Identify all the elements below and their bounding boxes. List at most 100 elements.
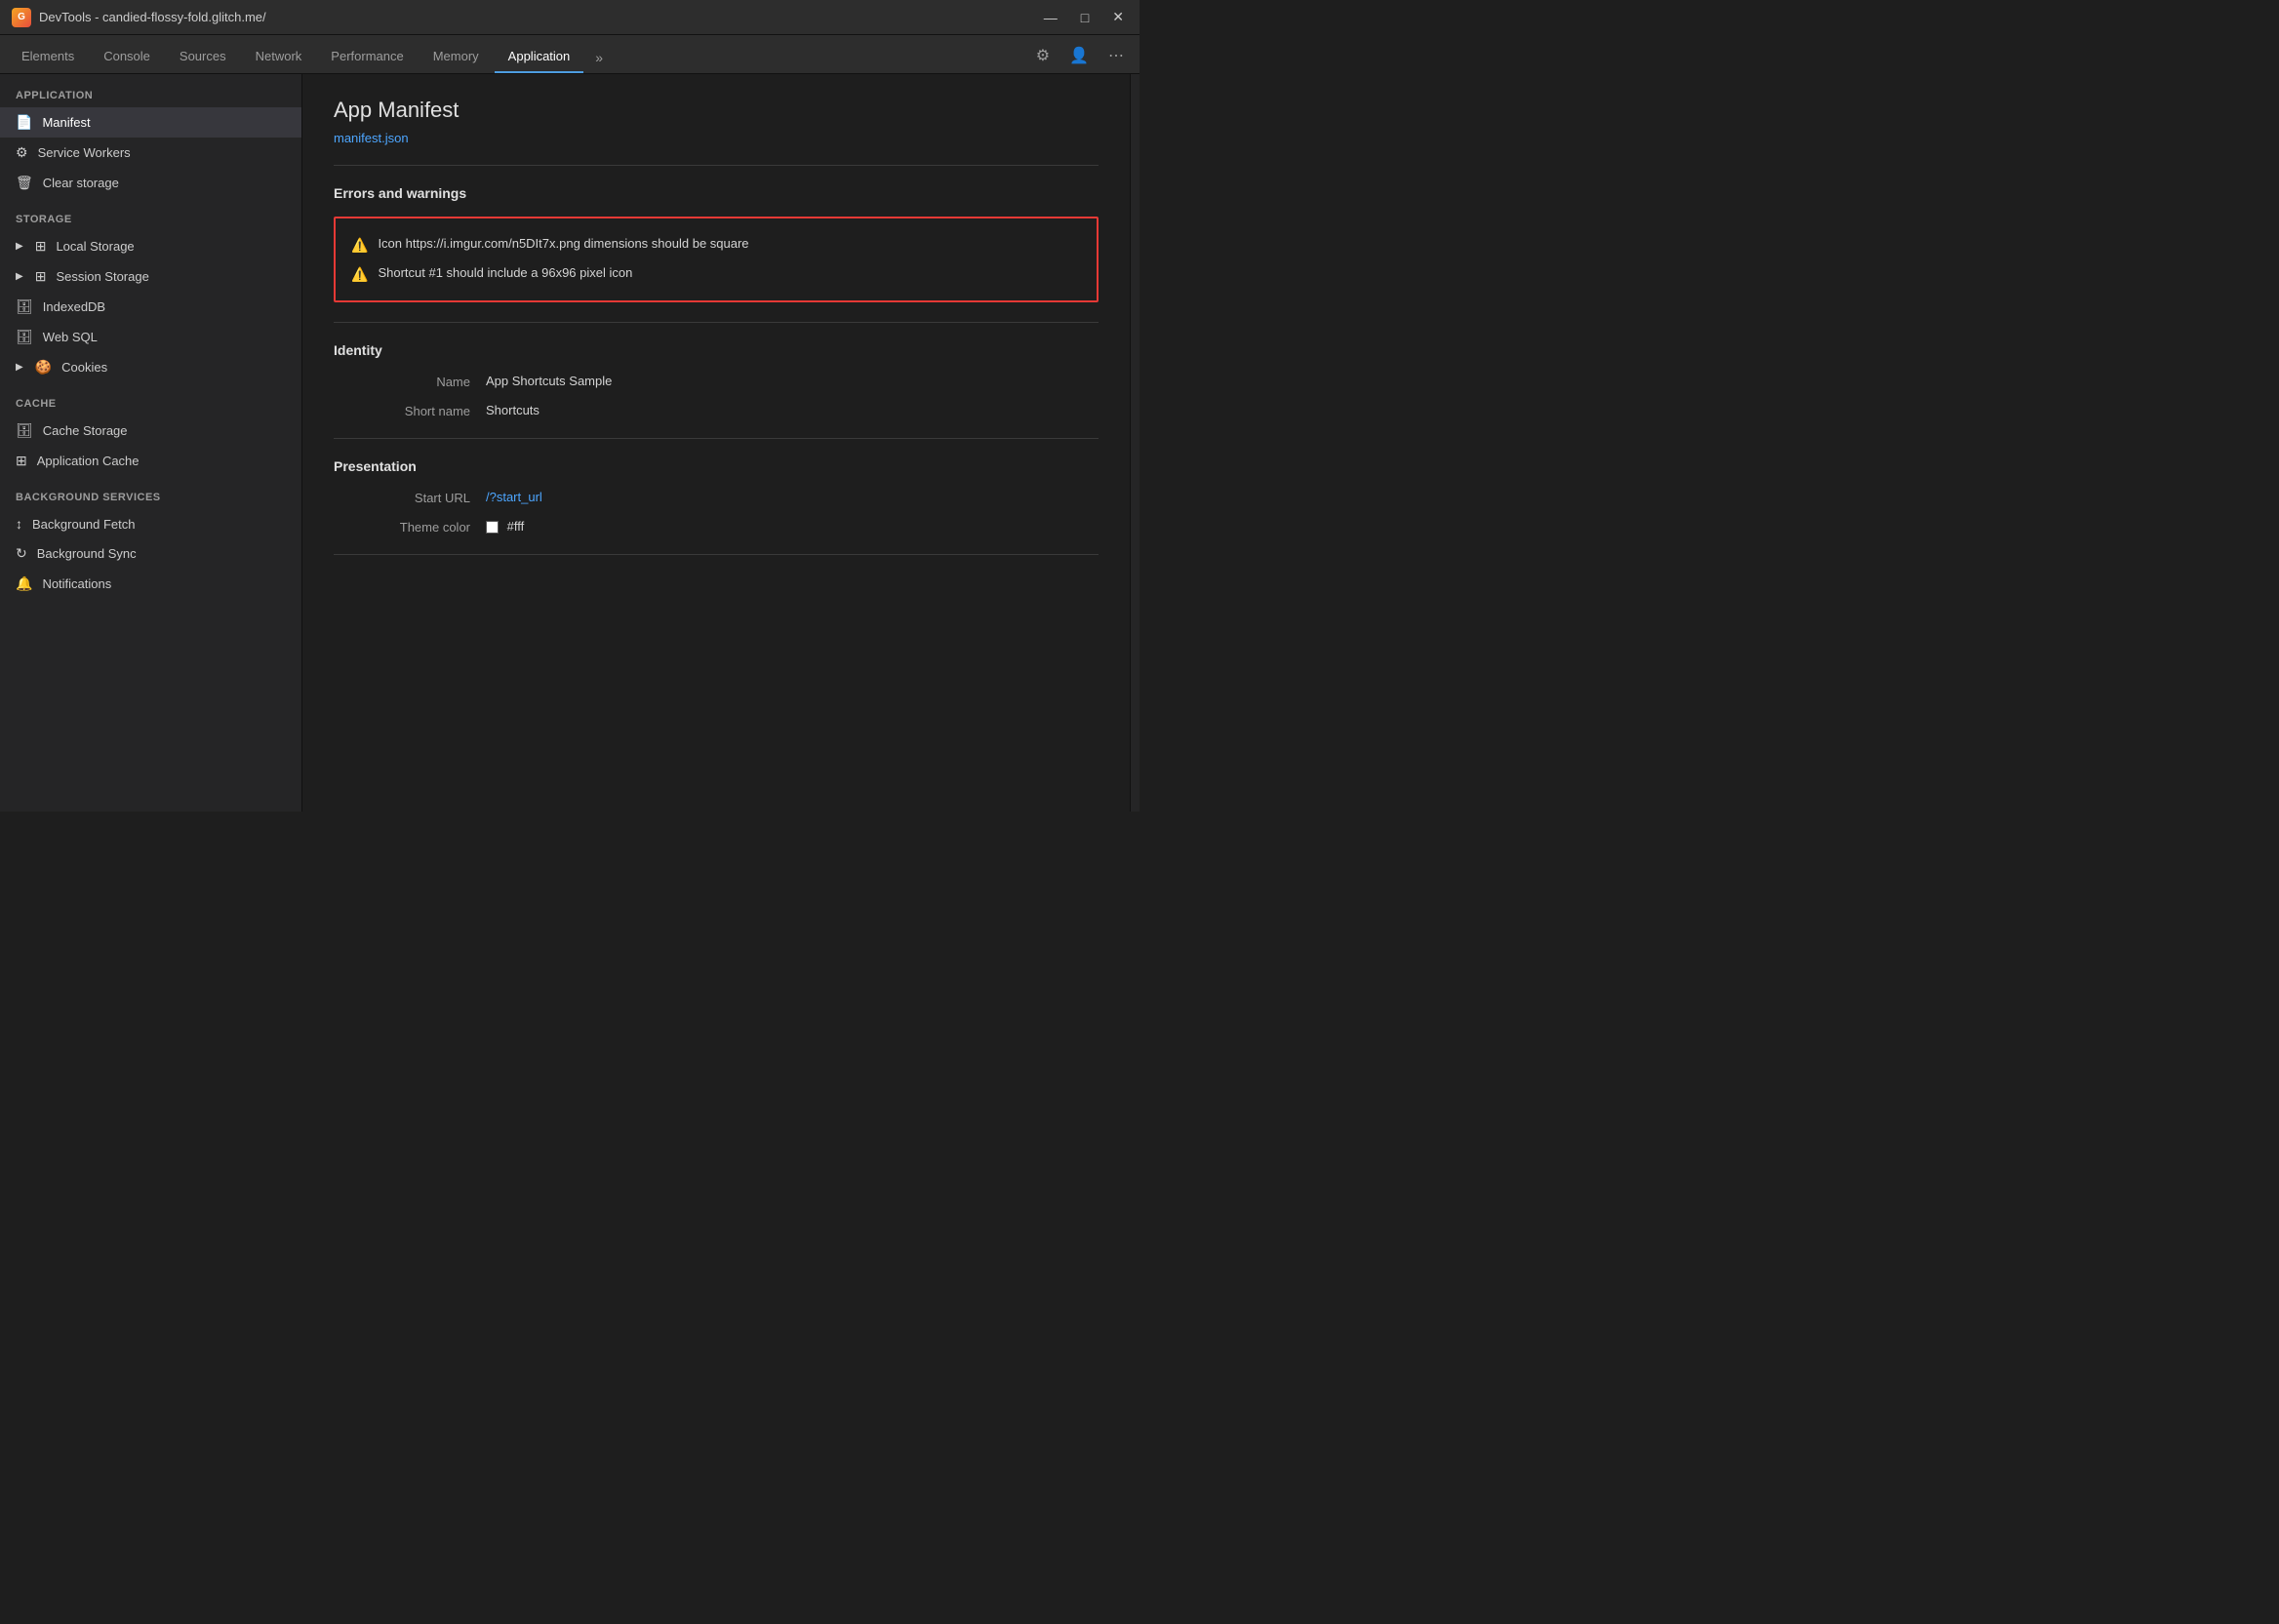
more-options-icon[interactable]: ⋯ — [1100, 42, 1132, 69]
identity-section: Identity Name App Shortcuts Sample Short… — [334, 342, 1099, 418]
divider-4 — [334, 554, 1099, 555]
page-title: App Manifest — [334, 98, 1099, 123]
manifest-icon: 📄 — [16, 114, 32, 131]
tab-performance[interactable]: Performance — [317, 41, 417, 73]
service-workers-icon: ⚙ — [16, 144, 28, 161]
tab-application-label: Application — [508, 49, 571, 63]
sidebar-item-application-cache[interactable]: ⊞ Application Cache — [0, 446, 301, 476]
sidebar-item-background-sync[interactable]: ↻ Background Sync — [0, 538, 301, 569]
tab-memory-label: Memory — [433, 49, 479, 63]
tab-network-label: Network — [256, 49, 302, 63]
local-storage-expand-icon: ▶ — [16, 241, 23, 252]
sidebar-item-clear-storage[interactable]: 🗑 Clear storage — [0, 168, 301, 198]
sidebar-item-background-fetch[interactable]: ↕ Background Fetch — [0, 509, 301, 538]
tab-performance-label: Performance — [331, 49, 403, 63]
sidebar-item-web-sql[interactable]: 🗄 Web SQL — [0, 322, 301, 352]
tab-elements-label: Elements — [21, 49, 74, 63]
more-tabs-button[interactable]: » — [585, 42, 613, 73]
start-url-link[interactable]: /?start_url — [486, 490, 542, 504]
divider-2 — [334, 322, 1099, 323]
errors-box: ⚠️ Icon https://i.imgur.com/n5DIt7x.png … — [334, 217, 1099, 302]
cookies-icon: 🍪 — [35, 359, 52, 376]
errors-section-title: Errors and warnings — [334, 185, 1099, 201]
sidebar-manifest-label: Manifest — [42, 115, 90, 130]
identity-grid: Name App Shortcuts Sample Short name Sho… — [334, 374, 1099, 418]
application-cache-icon: ⊞ — [16, 453, 27, 469]
sidebar-notifications-label: Notifications — [42, 576, 111, 591]
warning-icon-1: ⚠️ — [351, 237, 368, 254]
sidebar-web-sql-label: Web SQL — [43, 330, 98, 344]
sidebar-local-storage-label: Local Storage — [56, 239, 134, 254]
title-bar: G DevTools - candied-flossy-fold.glitch.… — [0, 0, 1140, 35]
tab-sources[interactable]: Sources — [166, 41, 240, 73]
session-storage-icon: ⊞ — [35, 268, 47, 285]
theme-color-text: #fff — [507, 519, 525, 534]
warning-icon-2: ⚠️ — [351, 266, 368, 283]
sidebar-application-cache-label: Application Cache — [37, 454, 140, 468]
profile-icon[interactable]: 👤 — [1061, 42, 1097, 69]
background-fetch-icon: ↕ — [16, 516, 22, 532]
scrollbar-track[interactable] — [1130, 74, 1140, 812]
tab-console-label: Console — [103, 49, 150, 63]
title-bar-controls: — □ ✕ — [1040, 9, 1128, 25]
sidebar-item-cookies[interactable]: ▶ 🍪 Cookies — [0, 352, 301, 382]
tab-network[interactable]: Network — [242, 41, 316, 73]
sidebar-clear-storage-label: Clear storage — [43, 176, 119, 190]
tab-elements[interactable]: Elements — [8, 41, 88, 73]
tab-sources-label: Sources — [180, 49, 226, 63]
theme-color-swatch — [486, 521, 499, 534]
sidebar-indexeddb-label: IndexedDB — [43, 299, 105, 314]
sidebar-item-manifest[interactable]: 📄 Manifest — [0, 107, 301, 138]
sidebar-background-sync-label: Background Sync — [37, 546, 137, 561]
sidebar-service-workers-label: Service Workers — [38, 145, 131, 160]
name-label: Name — [334, 374, 470, 389]
error-row-2: ⚠️ Shortcut #1 should include a 96x96 pi… — [351, 259, 1081, 289]
name-value: App Shortcuts Sample — [486, 374, 1099, 389]
sidebar-cookies-label: Cookies — [61, 360, 107, 375]
tab-console[interactable]: Console — [90, 41, 164, 73]
sidebar-item-notifications[interactable]: 🔔 Notifications — [0, 569, 301, 599]
sidebar-item-service-workers[interactable]: ⚙ Service Workers — [0, 138, 301, 168]
manifest-json-link[interactable]: manifest.json — [334, 131, 409, 145]
title-bar-text: DevTools - candied-flossy-fold.glitch.me… — [39, 10, 1032, 24]
sidebar-item-session-storage[interactable]: ▶ ⊞ Session Storage — [0, 261, 301, 292]
sidebar: Application 📄 Manifest ⚙ Service Workers… — [0, 74, 302, 812]
sidebar-background-fetch-label: Background Fetch — [32, 517, 136, 532]
tab-memory[interactable]: Memory — [420, 41, 493, 73]
cache-storage-icon: 🗄 — [16, 422, 33, 439]
close-button[interactable]: ✕ — [1108, 9, 1128, 25]
notifications-icon: 🔔 — [16, 575, 32, 592]
content-area: App Manifest manifest.json Errors and wa… — [302, 74, 1130, 812]
app-icon: G — [12, 8, 31, 27]
sidebar-cache-storage-label: Cache Storage — [43, 423, 128, 438]
divider-1 — [334, 165, 1099, 166]
minimize-button[interactable]: — — [1040, 9, 1061, 25]
main-layout: Application 📄 Manifest ⚙ Service Workers… — [0, 74, 1140, 812]
short-name-value: Shortcuts — [486, 403, 1099, 418]
short-name-label: Short name — [334, 403, 470, 418]
presentation-grid: Start URL /?start_url Theme color #fff — [334, 490, 1099, 535]
start-url-label: Start URL — [334, 490, 470, 505]
settings-icon[interactable]: ⚙ — [1028, 42, 1058, 69]
maximize-button[interactable]: □ — [1077, 9, 1093, 25]
background-sync-icon: ↻ — [16, 545, 27, 562]
presentation-section-title: Presentation — [334, 458, 1099, 474]
tab-application[interactable]: Application — [495, 41, 584, 73]
sidebar-item-local-storage[interactable]: ▶ ⊞ Local Storage — [0, 231, 301, 261]
theme-color-label: Theme color — [334, 519, 470, 535]
indexeddb-icon: 🗄 — [16, 298, 33, 315]
error-text-1: Icon https://i.imgur.com/n5DIt7x.png dim… — [378, 236, 748, 251]
session-storage-expand-icon: ▶ — [16, 271, 23, 282]
identity-section-title: Identity — [334, 342, 1099, 358]
sidebar-item-indexeddb[interactable]: 🗄 IndexedDB — [0, 292, 301, 322]
sidebar-section-storage: Storage — [0, 198, 301, 231]
sidebar-section-cache: Cache — [0, 382, 301, 416]
cookies-expand-icon: ▶ — [16, 362, 23, 373]
web-sql-icon: 🗄 — [16, 329, 33, 345]
sidebar-session-storage-label: Session Storage — [56, 269, 148, 284]
theme-color-value: #fff — [486, 519, 1099, 535]
tab-right-icons: ⚙ 👤 ⋯ — [1028, 42, 1132, 73]
local-storage-icon: ⊞ — [35, 238, 47, 255]
sidebar-item-cache-storage[interactable]: 🗄 Cache Storage — [0, 416, 301, 446]
tab-bar: Elements Console Sources Network Perform… — [0, 35, 1140, 74]
